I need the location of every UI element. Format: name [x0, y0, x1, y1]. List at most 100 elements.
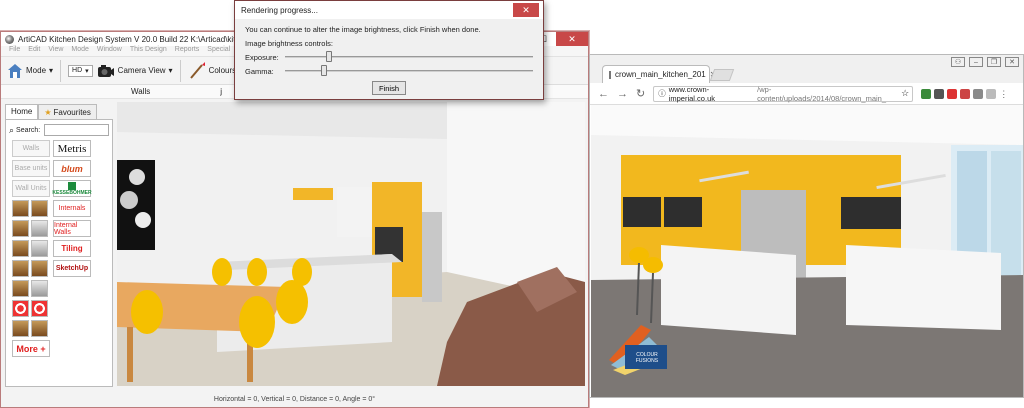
page-info-icon: ⓘ — [658, 89, 666, 98]
plinth-icon — [31, 260, 48, 277]
empty-slot — [53, 280, 91, 297]
filler-icons[interactable] — [12, 280, 50, 297]
browser-tab[interactable]: crown_main_kitchen_201 ✕ — [602, 65, 716, 83]
base-units-button[interactable]: Base units — [12, 160, 50, 177]
kessebohmer-label: KESSEBÖHMER — [52, 189, 92, 196]
filler-icon — [12, 280, 29, 297]
colours-label: Colours — [208, 66, 237, 75]
adblock-icon[interactable] — [947, 88, 958, 99]
wall-units-button[interactable]: Wall Units — [12, 180, 50, 197]
finish-button[interactable]: Finish — [372, 81, 406, 95]
tab-favourites[interactable]: ★ Favourites — [38, 104, 97, 119]
menu-this-design[interactable]: This Design — [130, 46, 167, 56]
internals-button[interactable]: Internals — [53, 200, 91, 217]
toolbar-divider — [179, 59, 181, 82]
blum-button[interactable]: blum — [53, 160, 91, 177]
kessebohmer-button[interactable]: KESSEBÖHMER — [52, 180, 92, 197]
kitchen-render — [117, 102, 585, 386]
tall-unit-icons[interactable] — [12, 220, 50, 237]
bookmark-star-icon[interactable]: ☆ — [901, 88, 909, 99]
mode-button[interactable]: Mode ▾ — [7, 63, 53, 79]
misc-icons[interactable] — [12, 300, 50, 317]
3d-render-view[interactable] — [117, 102, 585, 386]
metris-button[interactable]: Metris — [53, 140, 91, 157]
panel-tabs: Home ★ Favourites — [5, 104, 113, 119]
panel-icon — [12, 240, 29, 257]
paintbrush-icon — [189, 61, 205, 79]
worktop-icons[interactable] — [12, 260, 50, 277]
catalogue-grid: Walls Metris Base units blum Wall Units … — [12, 140, 109, 357]
forward-arrow-icon[interactable]: → — [617, 88, 628, 100]
hd-select[interactable]: HD ▾ — [68, 64, 93, 77]
dimension-icon — [31, 280, 48, 297]
url-path: /wp-content/uploads/2014/08/crown_main_ — [757, 84, 887, 103]
address-bar[interactable]: ⓘ www.crown-imperial.co.uk/wp-content/up… — [653, 84, 914, 103]
new-tab-button[interactable] — [709, 69, 735, 81]
gamma-label: Gamma: — [245, 66, 274, 76]
chevron-down-icon: ▾ — [168, 66, 173, 75]
search-label: Search: — [16, 126, 41, 134]
dialog-message: You can continue to alter the image brig… — [245, 25, 481, 34]
menu-file[interactable]: File — [9, 46, 20, 56]
reload-icon[interactable]: ↻ — [636, 87, 645, 100]
browser-window-controls: ⚇ – ❐ ✕ — [951, 57, 1019, 67]
walls-view-label[interactable]: Walls — [131, 87, 150, 96]
back-arrow-icon[interactable]: ← — [598, 88, 609, 100]
exposure-row: Exposure: — [245, 51, 533, 62]
toolbar-divider — [60, 59, 62, 82]
chevron-down-icon: ▾ — [85, 67, 89, 75]
accessory-icons[interactable] — [12, 240, 50, 257]
dialog-close-button[interactable]: ✕ — [513, 3, 539, 17]
menu-window[interactable]: Window — [97, 46, 122, 56]
lifebuoy-icon — [31, 300, 48, 317]
tab-home[interactable]: Home — [5, 104, 39, 119]
camera-view-button[interactable]: Camera View ▾ — [97, 64, 173, 78]
sketchup-button[interactable]: SketchUp — [53, 260, 91, 277]
extension-icon[interactable] — [986, 88, 997, 99]
browser-navbar: ← → ↻ ⓘ www.crown-imperial.co.uk/wp-cont… — [590, 83, 1023, 105]
extension-icon[interactable] — [934, 88, 945, 99]
exposure-track — [284, 56, 533, 58]
browser-tabstrip: crown_main_kitchen_201 ✕ ⚇ – ❐ ✕ — [590, 55, 1023, 83]
close-button[interactable]: ✕ — [556, 32, 588, 46]
mode-label: Mode — [26, 66, 47, 75]
cabinet-icon — [31, 200, 48, 217]
profile-icon[interactable]: ⚇ — [951, 57, 965, 67]
menu-mode[interactable]: Mode — [71, 46, 89, 56]
search-input[interactable] — [44, 124, 109, 136]
minimize-button[interactable]: – — [969, 57, 983, 67]
catalogue-panel: Home ★ Favourites ⌕ Search: Walls Metris… — [5, 104, 113, 388]
exposure-slider[interactable] — [284, 51, 533, 62]
exposure-slider-thumb[interactable] — [326, 51, 333, 62]
j-label: j — [220, 87, 223, 96]
menu-view[interactable]: View — [48, 46, 63, 56]
extension-icon[interactable] — [960, 88, 971, 99]
colour-fusions-label: COLOUR FUSIONS — [635, 352, 659, 364]
status-bar: Horizontal = 0, Vertical = 0, Distance =… — [213, 396, 376, 403]
worktop-icon — [12, 260, 29, 277]
dialog-titlebar[interactable]: Rendering progress... ✕ — [235, 1, 543, 19]
articad-app-icon — [5, 34, 14, 44]
misc-icons-2[interactable] — [12, 320, 50, 337]
menu-icon[interactable]: ⋮ — [999, 88, 1010, 99]
extension-icon[interactable] — [973, 88, 984, 99]
walls-button[interactable]: Walls — [12, 140, 50, 157]
extension-icon[interactable] — [921, 88, 932, 99]
tiling-button[interactable]: Tiling — [53, 240, 91, 257]
close-button[interactable]: ✕ — [1005, 57, 1019, 67]
gamma-slider[interactable] — [284, 65, 533, 76]
internal-walls-button[interactable]: Internal Walls — [53, 220, 91, 237]
favourites-label: Favourites — [53, 107, 91, 117]
menu-reports[interactable]: Reports — [175, 46, 200, 56]
star-icon: ★ — [44, 107, 52, 117]
camera-view-label: Camera View — [117, 66, 166, 75]
menu-special[interactable]: Special — [207, 46, 230, 56]
restore-button[interactable]: ❐ — [987, 57, 1001, 67]
unit-icons[interactable] — [12, 200, 50, 217]
menu-edit[interactable]: Edit — [28, 46, 40, 56]
sink-icon — [31, 240, 48, 257]
house-icon — [8, 63, 22, 78]
search-icon: ⌕ — [9, 124, 15, 135]
gamma-slider-thumb[interactable] — [321, 65, 328, 76]
more-button[interactable]: More + — [12, 340, 50, 357]
